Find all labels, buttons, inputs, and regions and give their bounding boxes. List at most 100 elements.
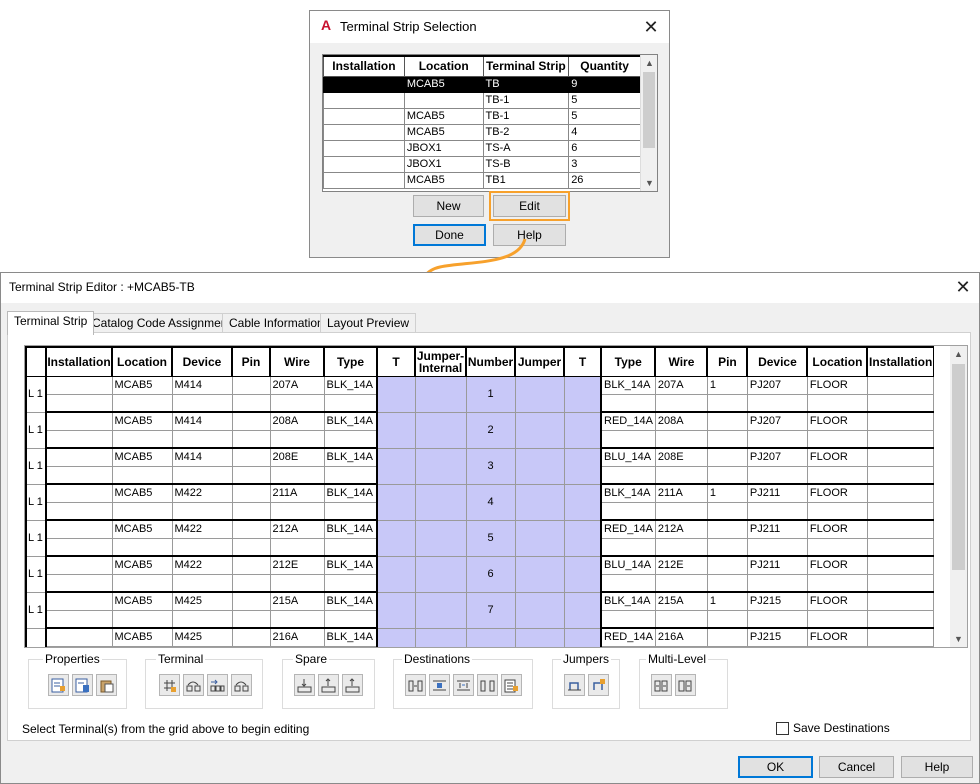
left-type-cell-secondary[interactable] bbox=[323, 429, 378, 449]
left-location-cell[interactable]: MCAB5 bbox=[111, 591, 173, 611]
scroll-up-icon[interactable]: ▲ bbox=[950, 346, 967, 362]
left-device-cell-secondary[interactable] bbox=[171, 501, 233, 521]
table-row[interactable]: L 1 MCAB5 M414 207A BLK_14A 1 BLK_14A 207A 1 PJ20… bbox=[25, 375, 934, 413]
right-pin-cell[interactable] bbox=[706, 411, 748, 431]
right-installation-cell[interactable] bbox=[866, 591, 934, 611]
left-type-cell-secondary[interactable] bbox=[323, 645, 378, 647]
column-header-quantity[interactable]: Quantity bbox=[568, 55, 641, 77]
right-pin-cell-secondary[interactable] bbox=[706, 465, 748, 485]
right-pin-cell[interactable]: 1 bbox=[706, 375, 748, 395]
right-device-cell[interactable]: PJ207 bbox=[746, 411, 808, 431]
column-header-type[interactable]: Type bbox=[323, 346, 378, 377]
tab-terminal-strip[interactable]: Terminal Strip bbox=[7, 311, 95, 335]
right-type-cell-secondary[interactable] bbox=[599, 393, 656, 413]
right-device-cell-secondary[interactable] bbox=[746, 645, 808, 647]
left-location-cell-secondary[interactable] bbox=[111, 573, 173, 593]
right-wire-cell[interactable]: 215A bbox=[654, 591, 708, 611]
right-wire-cell[interactable]: 208A bbox=[654, 411, 708, 431]
right-type-cell-secondary[interactable] bbox=[599, 573, 656, 593]
left-location-cell[interactable]: MCAB5 bbox=[111, 447, 173, 467]
edit-properties-icon[interactable] bbox=[48, 674, 69, 696]
right-device-cell[interactable]: PJ211 bbox=[746, 519, 808, 539]
right-wire-cell-secondary[interactable] bbox=[654, 501, 708, 521]
right-pin-cell-secondary[interactable] bbox=[706, 609, 748, 629]
number-cell[interactable]: 1 bbox=[465, 375, 516, 413]
right-type-cell[interactable]: BLK_14A bbox=[599, 591, 656, 611]
right-wire-cell-secondary[interactable] bbox=[654, 429, 708, 449]
jumper-internal-cell[interactable] bbox=[414, 555, 467, 593]
scroll-down-icon[interactable]: ▼ bbox=[950, 631, 967, 647]
jumper-cell[interactable] bbox=[514, 519, 565, 557]
right-location-cell[interactable]: FLOOR bbox=[806, 447, 868, 467]
right-type-cell-secondary[interactable] bbox=[599, 465, 656, 485]
right-location-cell-secondary[interactable] bbox=[806, 645, 868, 647]
column-header-t[interactable]: T bbox=[563, 346, 602, 377]
left-installation-cell[interactable] bbox=[45, 555, 113, 575]
t-right-cell[interactable] bbox=[563, 627, 602, 647]
left-pin-cell[interactable] bbox=[231, 555, 271, 575]
right-type-cell-secondary[interactable] bbox=[599, 645, 656, 647]
number-cell[interactable]: 5 bbox=[465, 519, 516, 557]
right-location-cell-secondary[interactable] bbox=[806, 573, 868, 593]
cancel-button[interactable]: Cancel bbox=[819, 756, 894, 778]
right-wire-cell-secondary[interactable] bbox=[654, 645, 708, 647]
right-pin-cell-secondary[interactable] bbox=[706, 429, 748, 449]
right-type-cell[interactable]: BLU_14A bbox=[599, 555, 656, 575]
left-pin-cell[interactable] bbox=[231, 627, 271, 647]
t-right-cell[interactable] bbox=[563, 447, 602, 485]
right-installation-cell-secondary[interactable] bbox=[866, 501, 934, 521]
right-wire-cell[interactable]: 212E bbox=[654, 555, 708, 575]
right-location-cell[interactable]: FLOOR bbox=[806, 591, 868, 611]
left-wire-cell-secondary[interactable] bbox=[269, 573, 325, 593]
close-icon[interactable]: ✕ bbox=[951, 276, 975, 298]
table-row[interactable]: L 1 MCAB5 M422 211A BLK_14A 4 BLK_14A 211A 1 PJ21… bbox=[25, 483, 934, 521]
right-device-cell-secondary[interactable] bbox=[746, 609, 808, 629]
jumper-internal-cell[interactable] bbox=[414, 375, 467, 413]
jumper-cell[interactable] bbox=[514, 447, 565, 485]
table-row[interactable]: L 1 MCAB5 M422 212A BLK_14A 5 RED_14A 212A PJ211… bbox=[25, 519, 934, 557]
left-type-cell-secondary[interactable] bbox=[323, 609, 378, 629]
tab-cable-information[interactable]: Cable Information bbox=[222, 313, 331, 333]
insert-spare-below-icon[interactable] bbox=[294, 674, 315, 696]
number-cell[interactable]: 3 bbox=[465, 447, 516, 485]
right-type-cell[interactable]: RED_14A bbox=[599, 411, 656, 431]
right-pin-cell-secondary[interactable] bbox=[706, 501, 748, 521]
jumper-cell[interactable] bbox=[514, 375, 565, 413]
table-row[interactable]: L 1 MCAB5 M414 208E BLK_14A 3 BLU_14A 208E PJ207… bbox=[25, 447, 934, 485]
right-device-cell[interactable]: PJ215 bbox=[746, 591, 808, 611]
left-pin-cell-secondary[interactable] bbox=[231, 573, 271, 593]
left-device-cell[interactable]: M422 bbox=[171, 519, 233, 539]
t-right-cell[interactable] bbox=[563, 519, 602, 557]
right-type-cell-secondary[interactable] bbox=[599, 537, 656, 557]
number-cell[interactable] bbox=[465, 627, 516, 647]
jumper-internal-cell[interactable] bbox=[414, 447, 467, 485]
left-location-cell[interactable]: MCAB5 bbox=[111, 483, 173, 503]
copy-properties-icon[interactable] bbox=[72, 674, 93, 696]
new-button[interactable]: New bbox=[413, 195, 484, 217]
jumper-internal-cell[interactable] bbox=[414, 483, 467, 521]
left-installation-cell-secondary[interactable] bbox=[45, 429, 113, 449]
left-device-cell[interactable]: M414 bbox=[171, 375, 233, 395]
right-type-cell[interactable]: BLU_14A bbox=[599, 447, 656, 467]
left-installation-cell[interactable] bbox=[45, 411, 113, 431]
left-location-cell[interactable]: MCAB5 bbox=[111, 519, 173, 539]
right-location-cell[interactable]: FLOOR bbox=[806, 519, 868, 539]
left-installation-cell[interactable] bbox=[45, 519, 113, 539]
table-row[interactable]: JBOX1 TS-A 6 bbox=[323, 139, 641, 157]
right-type-cell-secondary[interactable] bbox=[599, 609, 656, 629]
right-pin-cell-secondary[interactable] bbox=[706, 645, 748, 647]
left-device-cell-secondary[interactable] bbox=[171, 429, 233, 449]
column-header-terminal-strip[interactable]: Terminal Strip bbox=[482, 55, 570, 77]
left-location-cell-secondary[interactable] bbox=[111, 393, 173, 413]
left-wire-cell-secondary[interactable] bbox=[269, 393, 325, 413]
left-installation-cell[interactable] bbox=[45, 447, 113, 467]
left-type-cell-secondary[interactable] bbox=[323, 501, 378, 521]
left-location-cell-secondary[interactable] bbox=[111, 645, 173, 647]
right-installation-cell[interactable] bbox=[866, 519, 934, 539]
right-installation-cell[interactable] bbox=[866, 555, 934, 575]
tab-catalog-code-assignment[interactable]: Catalog Code Assignment bbox=[85, 313, 238, 333]
right-wire-cell[interactable]: 207A bbox=[654, 375, 708, 395]
left-device-cell-secondary[interactable] bbox=[171, 537, 233, 557]
table-row[interactable]: MCAB5 TB1 26 bbox=[323, 171, 641, 189]
column-header-type[interactable]: Type bbox=[599, 346, 656, 377]
